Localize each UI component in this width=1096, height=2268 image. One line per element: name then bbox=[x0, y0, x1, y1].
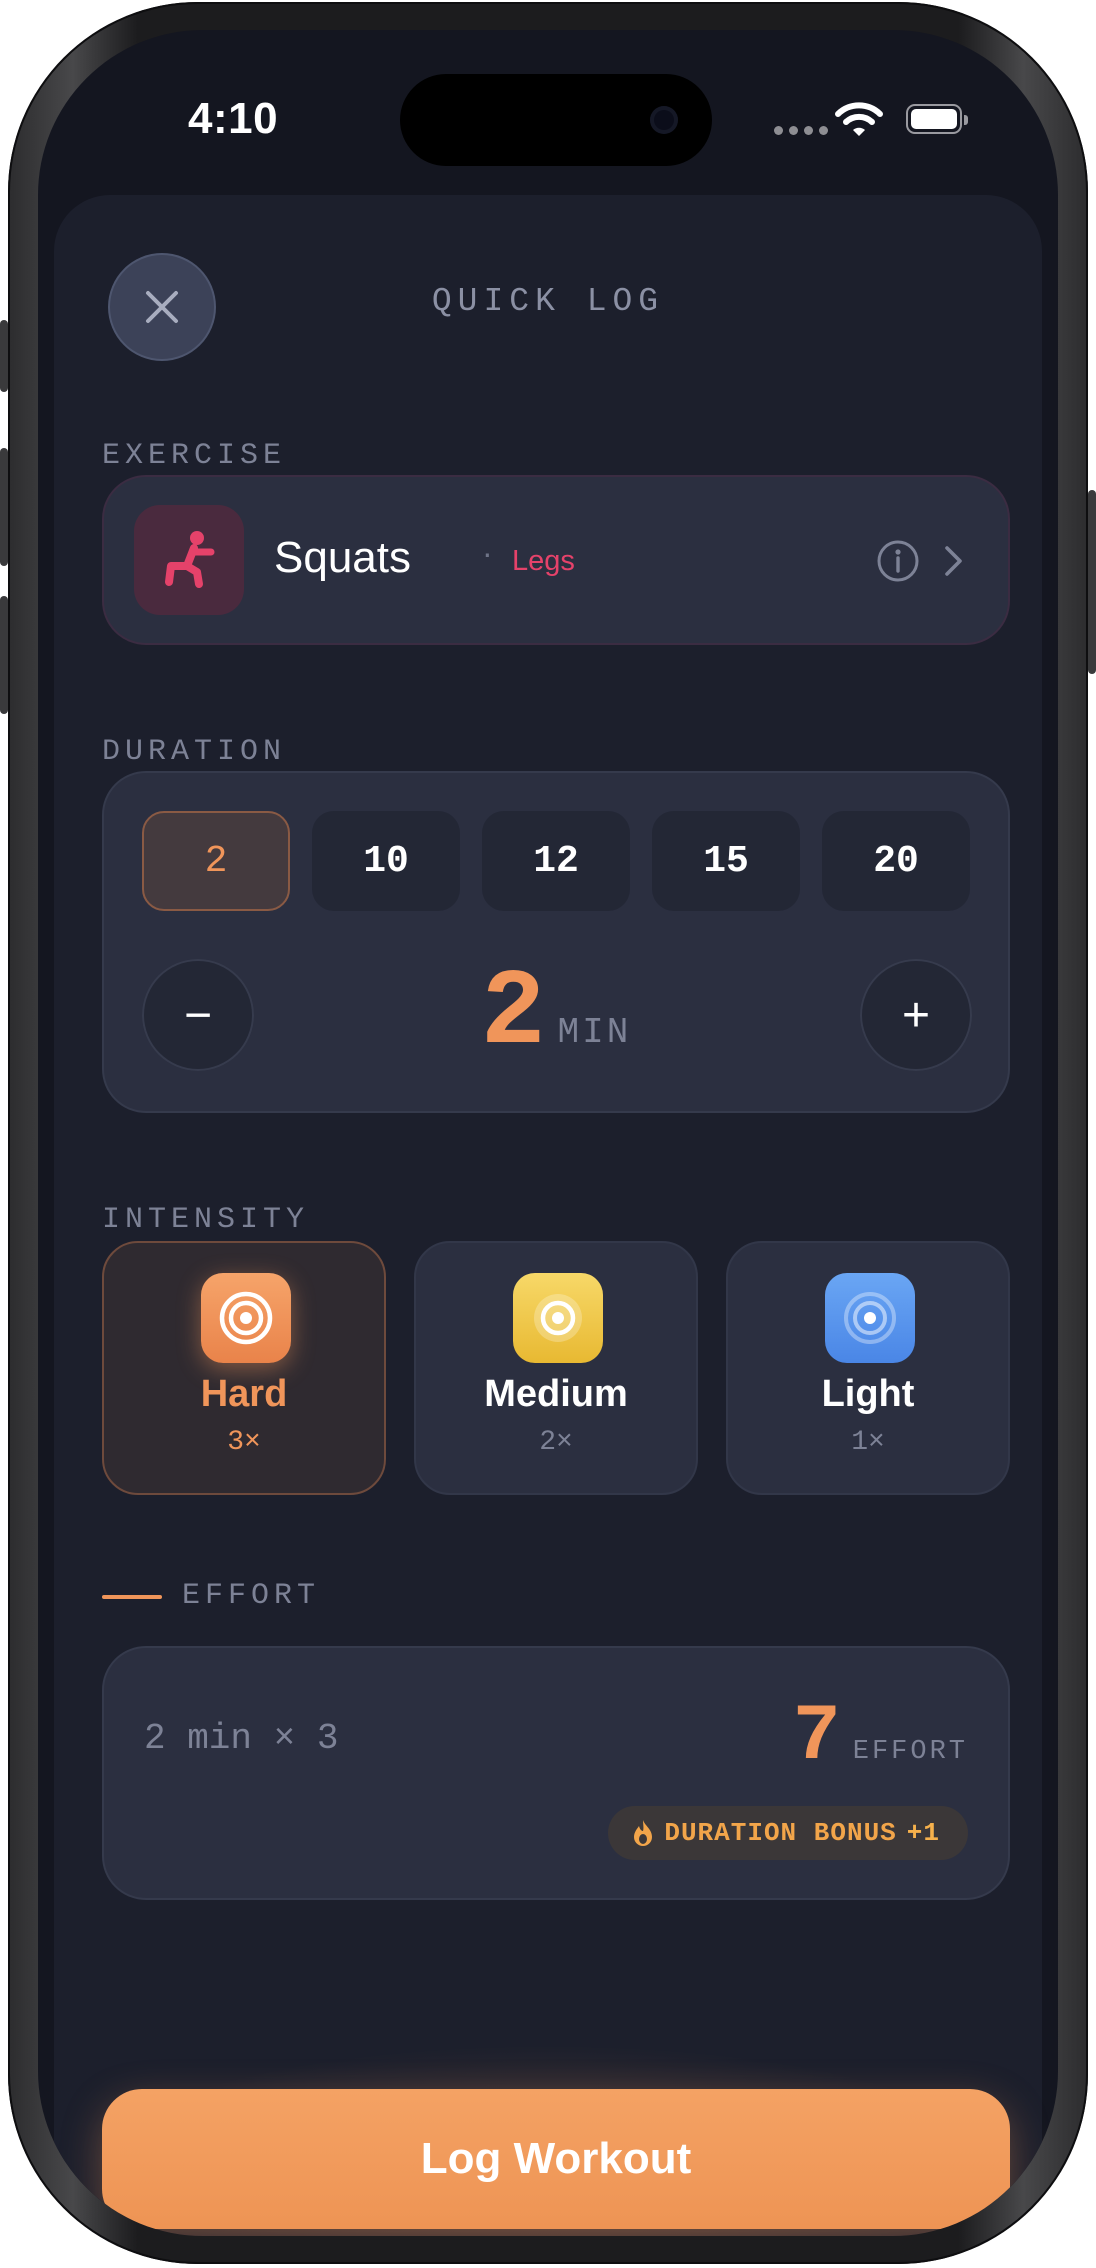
duration-unit: MIN bbox=[557, 1012, 632, 1053]
dynamic-island bbox=[400, 74, 712, 166]
info-icon[interactable] bbox=[876, 539, 920, 583]
exercise-selector[interactable]: Squats · Legs bbox=[102, 475, 1010, 645]
screen: 4:10 QUICK LOG EXERCISE Squats · Legs DU… bbox=[38, 30, 1058, 2236]
intensity-option-medium[interactable]: Medium 2× bbox=[414, 1241, 698, 1495]
sheet-title: QUICK LOG bbox=[431, 283, 665, 320]
action-button bbox=[0, 320, 8, 392]
duration-chip-12[interactable]: 12 bbox=[482, 811, 630, 911]
duration-chip-15[interactable]: 15 bbox=[652, 811, 800, 911]
muscle-group-label: Legs bbox=[512, 545, 575, 577]
intensity-name: Hard bbox=[200, 1373, 288, 1415]
exercise-separator: · bbox=[482, 535, 493, 571]
status-time: 4:10 bbox=[188, 94, 279, 143]
duration-card: 2 10 12 15 20 − 2 MIN + bbox=[102, 771, 1010, 1113]
duration-bonus-badge: DURATION BONUS +1 bbox=[608, 1806, 968, 1860]
effort-unit: EFFORT bbox=[852, 1737, 968, 1767]
intensity-multiplier: 2× bbox=[539, 1427, 573, 1458]
power-button bbox=[1088, 490, 1096, 674]
cellular-signal-icon bbox=[774, 126, 828, 135]
intensity-option-light[interactable]: Light 1× bbox=[726, 1241, 1010, 1495]
target-icon bbox=[201, 1273, 291, 1363]
volume-up-button bbox=[0, 448, 8, 566]
exercise-icon-tile bbox=[134, 505, 244, 615]
intensity-option-hard[interactable]: Hard 3× bbox=[102, 1241, 386, 1495]
effort-formula: 2 min × 3 bbox=[144, 1718, 339, 1759]
target-icon bbox=[513, 1273, 603, 1363]
status-bar: 4:10 bbox=[38, 30, 1058, 210]
flame-icon bbox=[634, 1820, 653, 1846]
duration-value: 2 bbox=[480, 953, 546, 1075]
bonus-label: DURATION BONUS bbox=[664, 1818, 897, 1848]
phone-frame: 4:10 QUICK LOG EXERCISE Squats · Legs DU… bbox=[0, 2, 1096, 2264]
exercise-name: Squats bbox=[274, 533, 411, 582]
intensity-section-label: INTENSITY bbox=[102, 1203, 310, 1237]
duration-chip-10[interactable]: 10 bbox=[312, 811, 460, 911]
effort-accent-line bbox=[102, 1595, 162, 1599]
duration-section-label: DURATION bbox=[102, 735, 287, 769]
bonus-value: +1 bbox=[906, 1818, 940, 1848]
intensity-name: Medium bbox=[484, 1373, 628, 1415]
squat-figure-icon bbox=[165, 531, 215, 588]
intensity-name: Light bbox=[821, 1373, 915, 1415]
quick-log-sheet: QUICK LOG EXERCISE Squats · Legs DURATIO… bbox=[54, 195, 1042, 2236]
battery-icon bbox=[906, 104, 968, 134]
intensity-multiplier: 1× bbox=[851, 1427, 885, 1458]
volume-down-button bbox=[0, 596, 8, 714]
effort-section-label: EFFORT bbox=[182, 1579, 321, 1613]
front-camera bbox=[650, 106, 678, 134]
effort-total: 7 EFFORT bbox=[793, 1692, 968, 1783]
exercise-section-label: EXERCISE bbox=[102, 439, 287, 473]
intensity-multiplier: 3× bbox=[227, 1427, 261, 1458]
duration-chip-20[interactable]: 20 bbox=[822, 811, 970, 911]
duration-chip-2[interactable]: 2 bbox=[142, 811, 290, 911]
chevron-right-icon bbox=[945, 546, 962, 576]
effort-card: 2 min × 3 7 EFFORT DURATION BONUS +1 bbox=[102, 1646, 1010, 1900]
target-icon bbox=[825, 1273, 915, 1363]
wifi-icon bbox=[835, 102, 883, 136]
log-workout-button[interactable]: Log Workout bbox=[102, 2089, 1010, 2229]
increment-duration-button[interactable]: + bbox=[860, 959, 972, 1071]
effort-value: 7 bbox=[792, 1692, 841, 1783]
